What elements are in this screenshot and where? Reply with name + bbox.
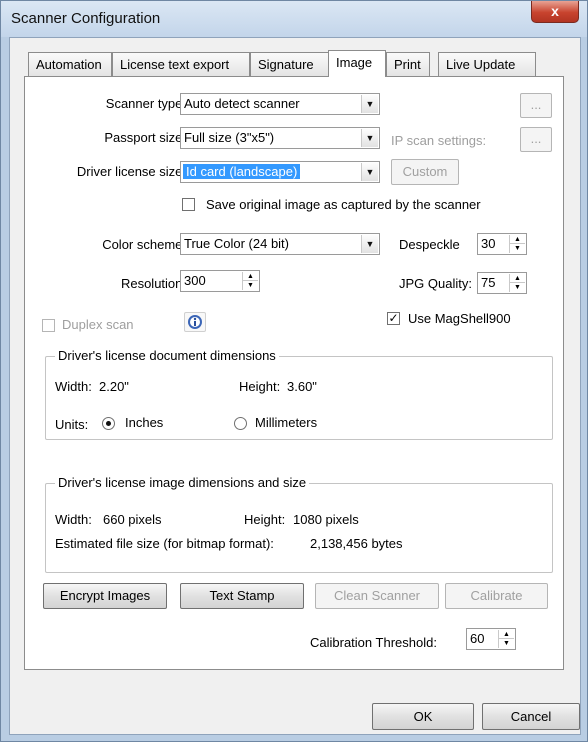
window-title: Scanner Configuration (11, 10, 161, 27)
color-scheme-select[interactable]: True Color (24 bit) ▼ (180, 233, 380, 255)
document-dimensions-group: Driver's license document dimensions Wid… (45, 348, 553, 440)
check-mark-icon: ✓ (388, 311, 399, 325)
tab-license-text-export[interactable]: License text export (112, 52, 250, 76)
resolution-value: 300 (184, 273, 206, 288)
spinner-arrows: ▲ ▼ (242, 272, 258, 290)
passport-size-label: Passport size: (104, 130, 186, 145)
spin-up-icon[interactable]: ▲ (510, 274, 525, 283)
text-stamp-button[interactable]: Text Stamp (180, 583, 304, 609)
color-scheme-value: True Color (24 bit) (184, 236, 289, 251)
scanner-type-label: Scanner type: (105, 96, 186, 111)
calibration-threshold-label: Calibration Threshold: (310, 635, 437, 650)
img-height-label: Height: (244, 512, 286, 527)
duplex-scan-label: Duplex scan (62, 317, 134, 332)
spin-down-icon[interactable]: ▼ (499, 639, 514, 648)
image-dimensions-group: Driver's license image dimensions and si… (45, 475, 553, 573)
save-original-checkbox[interactable] (182, 198, 195, 211)
passport-size-select[interactable]: Full size (3"x5") ▼ (180, 127, 380, 149)
spin-down-icon[interactable]: ▼ (510, 244, 525, 253)
dialog-client: Automation License text export Signature… (9, 37, 581, 735)
duplex-scan-checkbox[interactable] (42, 319, 55, 332)
inches-radio[interactable] (102, 417, 115, 430)
driver-license-size-select[interactable]: Id card (landscape) ▼ (180, 161, 380, 183)
units-label: Units: (55, 417, 89, 432)
tab-image[interactable]: Image (328, 50, 386, 77)
info-glyph (188, 315, 202, 329)
chevron-down-icon[interactable]: ▼ (361, 235, 378, 253)
driver-license-size-label: Driver license size: (76, 164, 186, 179)
cancel-button[interactable]: Cancel (482, 703, 580, 730)
calibration-threshold-spinner[interactable]: 60 ▲ ▼ (466, 628, 516, 650)
tab-automation[interactable]: Automation (28, 52, 112, 76)
spin-up-icon[interactable]: ▲ (510, 235, 525, 244)
image-tab-panel: Scanner type: Auto detect scanner ▼ ... … (24, 76, 564, 670)
save-original-label: Save original image as captured by the s… (206, 197, 481, 212)
encrypt-images-button[interactable]: Encrypt Images (43, 583, 167, 609)
millimeters-radio[interactable] (234, 417, 247, 430)
chevron-down-icon[interactable]: ▼ (361, 95, 378, 113)
spin-down-icon[interactable]: ▼ (243, 281, 258, 290)
chevron-down-icon[interactable]: ▼ (361, 129, 378, 147)
ip-scan-settings-button[interactable]: ... (520, 127, 552, 152)
file-size-value: 2,138,456 bytes (310, 536, 403, 551)
doc-width-label: Width: (55, 379, 92, 394)
calibrate-button[interactable]: Calibrate (445, 583, 548, 609)
doc-height-value: 3.60" (287, 379, 317, 394)
chevron-down-icon[interactable]: ▼ (361, 163, 378, 181)
despeckle-label: Despeckle (399, 237, 460, 252)
clean-scanner-button[interactable]: Clean Scanner (315, 583, 439, 609)
color-scheme-label: Color scheme: (102, 237, 186, 252)
jpg-quality-value: 75 (481, 275, 496, 290)
millimeters-label: Millimeters (255, 415, 318, 430)
inches-label: Inches (125, 415, 164, 430)
doc-height-label: Height: (239, 379, 281, 394)
resolution-label: Resolution: (120, 276, 186, 291)
doc-width-value: 2.20" (99, 379, 129, 394)
spin-up-icon[interactable]: ▲ (243, 272, 258, 281)
despeckle-spinner[interactable]: 30 ▲ ▼ (477, 233, 527, 255)
close-button[interactable]: x (531, 1, 579, 23)
use-magshell-label: Use MagShell900 (408, 311, 511, 326)
jpg-quality-label: JPG Quality: (399, 276, 472, 291)
spinner-arrows: ▲ ▼ (509, 274, 525, 292)
scanner-settings-button[interactable]: ... (520, 93, 552, 118)
custom-button[interactable]: Custom (391, 159, 459, 185)
use-magshell-checkbox[interactable]: ✓ (387, 312, 400, 325)
file-size-label: Estimated file size (for bitmap format): (55, 536, 274, 551)
document-dimensions-title: Driver's license document dimensions (55, 348, 279, 363)
tab-live-update[interactable]: Live Update (438, 52, 536, 76)
resolution-spinner[interactable]: 300 ▲ ▼ (180, 270, 260, 292)
image-dimensions-title: Driver's license image dimensions and si… (55, 475, 310, 490)
img-width-value: 660 pixels (103, 512, 162, 527)
title-bar[interactable]: Scanner Configuration x (1, 1, 587, 37)
info-icon[interactable] (184, 312, 206, 332)
jpg-quality-spinner[interactable]: 75 ▲ ▼ (477, 272, 527, 294)
ok-button[interactable]: OK (372, 703, 474, 730)
calibration-threshold-value: 60 (470, 631, 485, 646)
ip-scan-settings-label: IP scan settings: (391, 133, 487, 148)
tab-signature[interactable]: Signature (250, 52, 330, 76)
close-icon: x (551, 3, 559, 19)
img-height-value: 1080 pixels (293, 512, 359, 527)
despeckle-value: 30 (481, 236, 496, 251)
passport-size-value: Full size (3"x5") (184, 130, 275, 145)
driver-license-size-value: Id card (landscape) (183, 164, 301, 179)
img-width-label: Width: (55, 512, 92, 527)
spin-down-icon[interactable]: ▼ (510, 283, 525, 292)
scanner-type-select[interactable]: Auto detect scanner ▼ (180, 93, 380, 115)
spin-up-icon[interactable]: ▲ (499, 630, 514, 639)
scanner-type-value: Auto detect scanner (184, 96, 300, 111)
spinner-arrows: ▲ ▼ (509, 235, 525, 253)
dialog-window: Scanner Configuration x Automation Licen… (0, 0, 588, 742)
tab-print[interactable]: Print (386, 52, 430, 76)
spinner-arrows: ▲ ▼ (498, 630, 514, 648)
